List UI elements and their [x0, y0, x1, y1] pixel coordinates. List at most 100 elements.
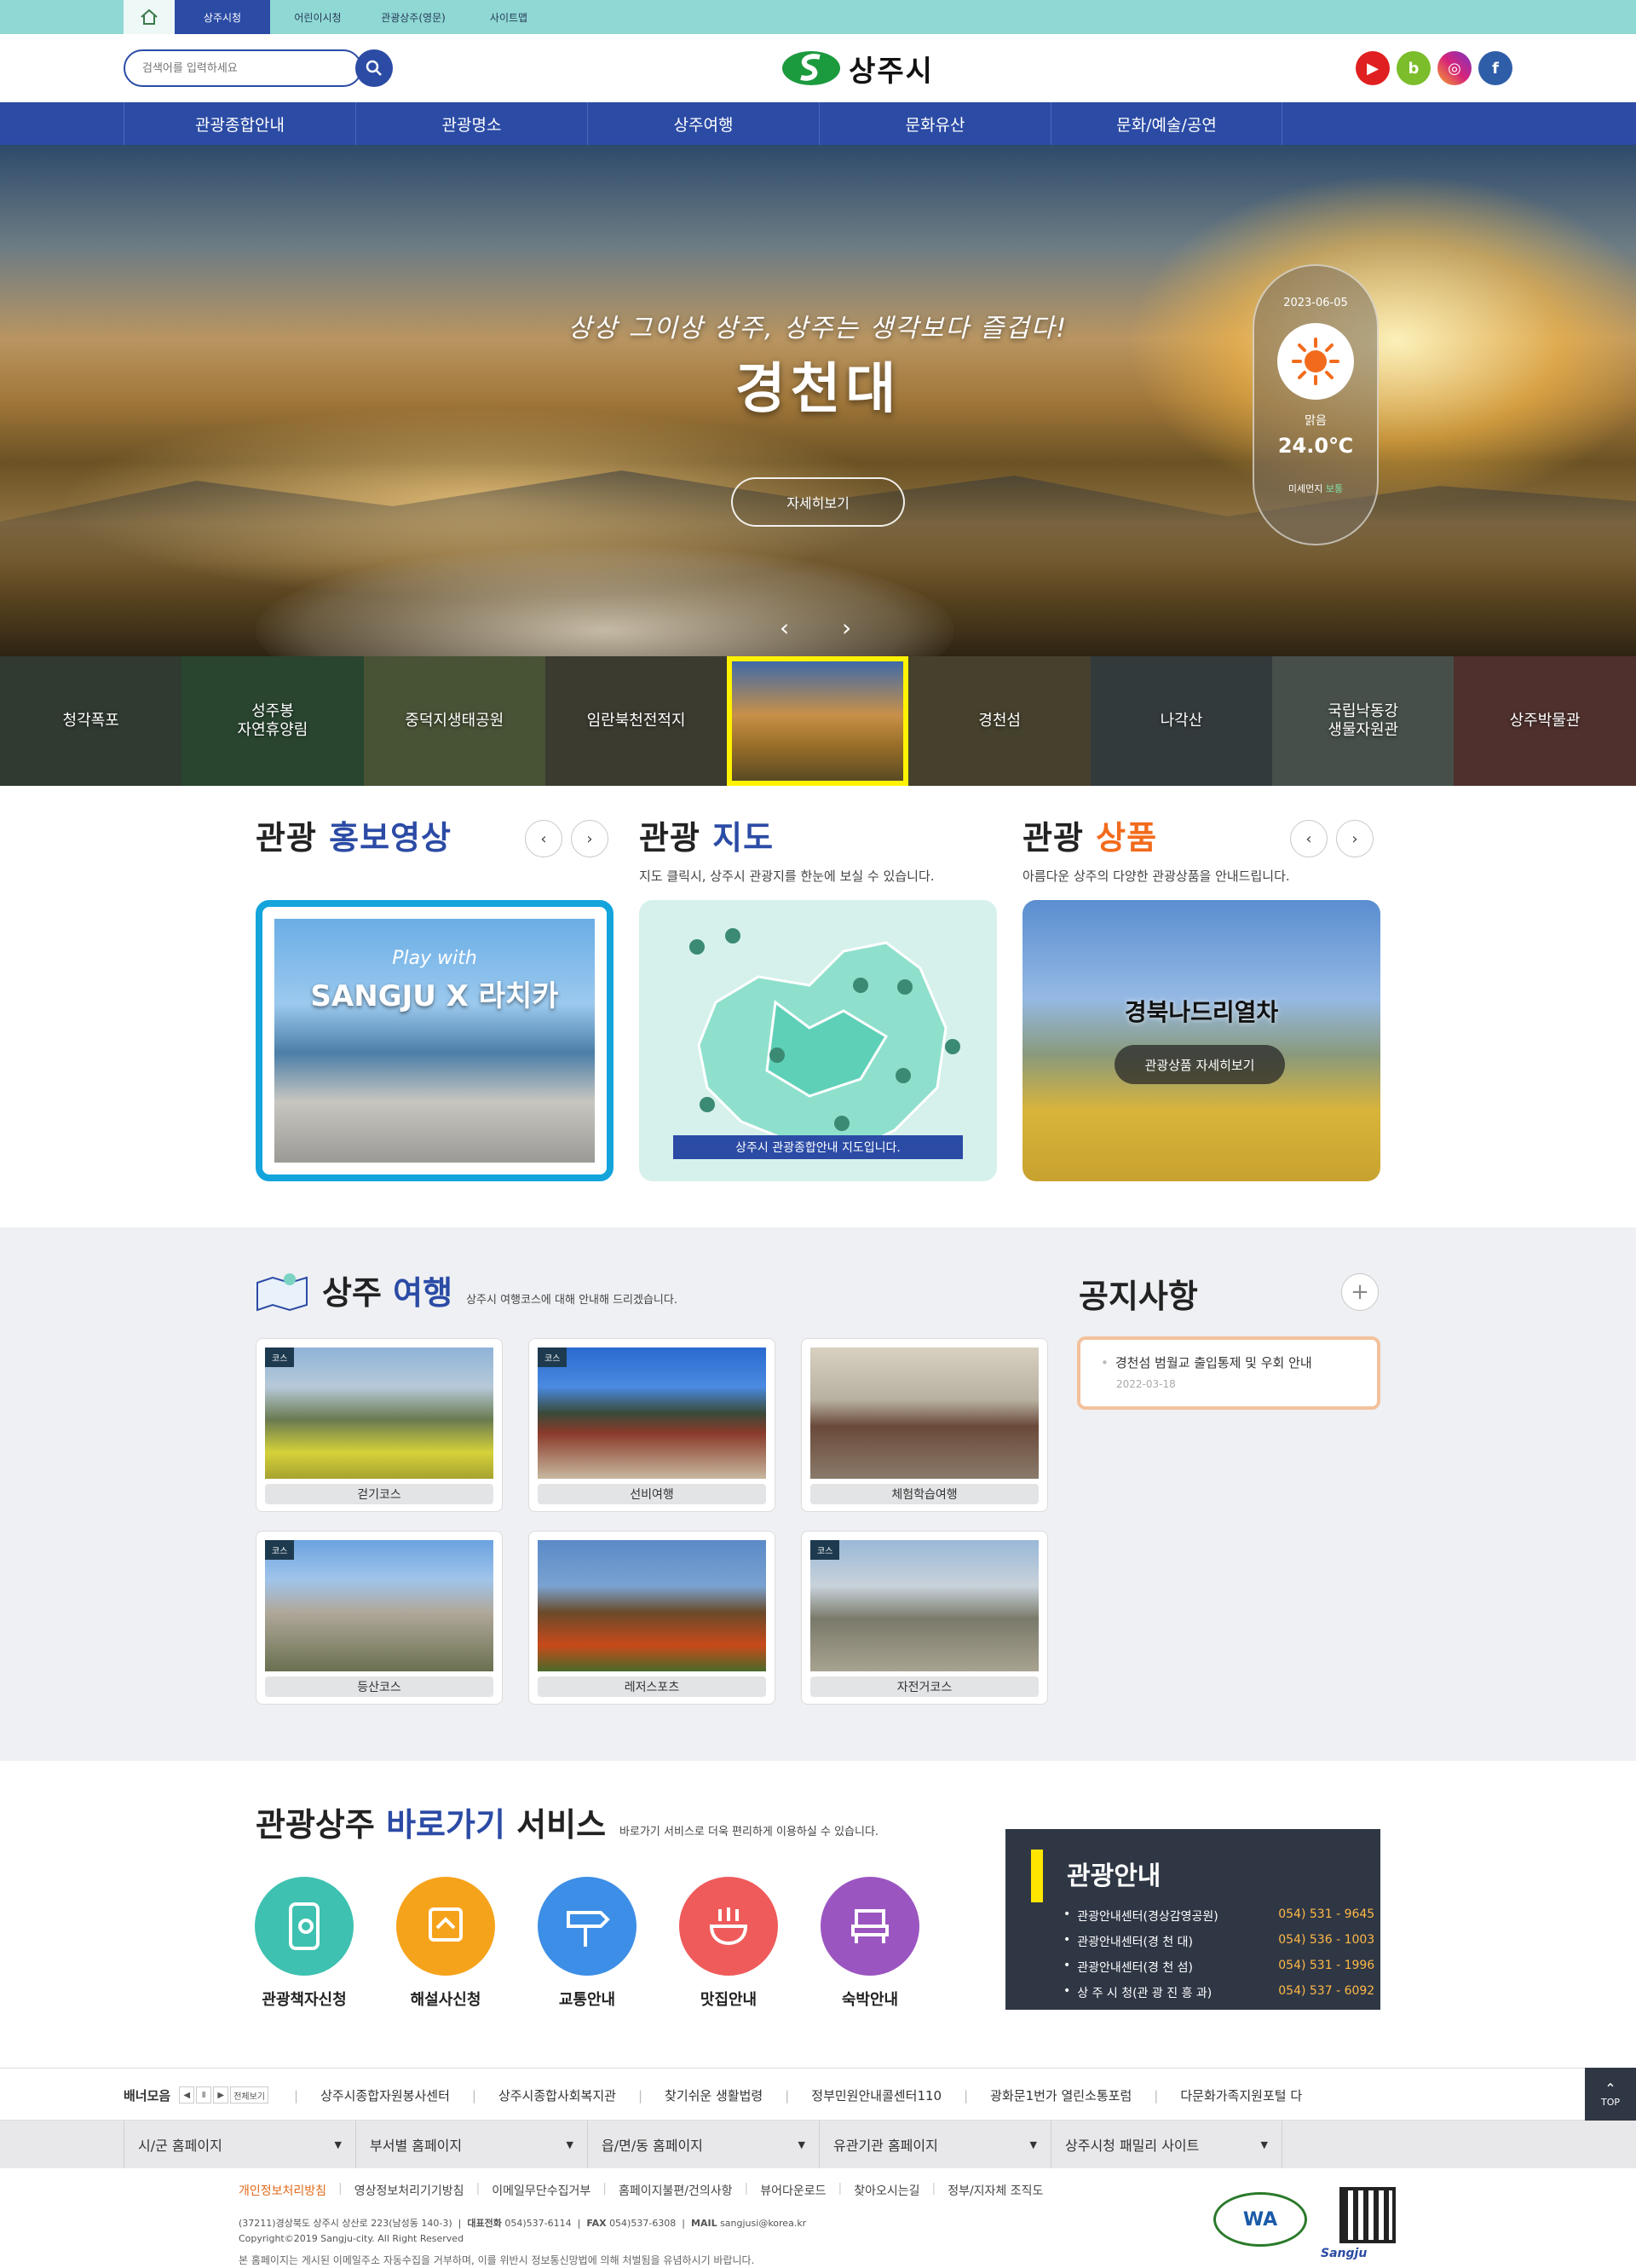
tab-kids[interactable]: 어린이시청 — [270, 0, 366, 34]
banner-prev-icon[interactable]: ◀ — [179, 2086, 195, 2104]
center-phone: 054) 536 - 1003 — [1278, 1933, 1375, 1947]
fine-dust-label: 미세먼지 — [1287, 483, 1323, 494]
thumb-item-active[interactable] — [727, 656, 909, 786]
tour-info-row: • 상 주 시 청(관 광 진 흥 과) 054) 537 - 6092 — [1063, 1984, 1380, 2010]
facebook-icon[interactable]: f — [1478, 51, 1512, 85]
travel-title: 상주 여행 — [322, 1267, 452, 1313]
fax-value: 054)537-6308 — [609, 2218, 677, 2229]
notice-more-icon[interactable]: + — [1341, 1273, 1379, 1311]
banner-link[interactable]: 광화문1번가 열린소통포럼 — [964, 2086, 1132, 2104]
course-card[interactable]: 체험학습여행 — [801, 1338, 1048, 1512]
scroll-top-button[interactable]: ⌃ TOP — [1585, 2068, 1636, 2121]
tab-sitemap[interactable]: 사이트맵 — [461, 0, 556, 34]
family-select-department[interactable]: 부서별 홈페이지 ▼ — [355, 2121, 587, 2168]
instagram-icon[interactable]: ◎ — [1437, 51, 1472, 85]
product-detail-button[interactable]: 관광상품 자세히보기 — [1115, 1045, 1285, 1084]
banner-link[interactable]: 정부민원안내콜센터110 — [785, 2086, 942, 2104]
quick-brochure[interactable]: 관광책자신청 — [249, 1877, 360, 2010]
quick-label: 관광책자신청 — [262, 1991, 347, 2009]
travel-desc: 상주시 여행코스에 대해 안내해 드리겠습니다. — [466, 1294, 677, 1307]
banner-link[interactable]: 찾기쉬운 생활법령 — [638, 2086, 763, 2104]
course-card[interactable]: 레저스포츠 — [528, 1531, 775, 1705]
banner-bar: 배너모음 ◀ Ⅱ ▶ 전체보기 상주시종합자원봉사센터 상주시종합사회복지관 찾… — [0, 2068, 1636, 2121]
promo-section: 관광 홍보영상 ‹ › Play with SANGJU X 라치카 관광 지도… — [0, 786, 1636, 1229]
banner-next-icon[interactable]: ▶ — [213, 2086, 229, 2104]
video-prev-icon[interactable]: ‹ — [525, 820, 562, 857]
family-select-town[interactable]: 읍/면/동 홈페이지 ▼ — [587, 2121, 819, 2168]
banner-link[interactable]: 다문화가족지원포털 다 — [1154, 2086, 1302, 2104]
thumb-label: 국립낙동강 생물자원관 — [1328, 701, 1399, 740]
title-word: 상주 — [322, 1274, 382, 1312]
family-sites-bar: 시/군 홈페이지 ▼ 부서별 홈페이지 ▼ 읍/면/동 홈페이지 ▼ 유관기관 홈페이… — [0, 2121, 1636, 2168]
footer-links: 개인정보처리방침 | 영상정보처리기기방침 | 이메일무단수집거부 | 홈페이지불편/… — [239, 2182, 1044, 2199]
footer-link[interactable]: 정부/지자체 조직도 — [948, 2182, 1043, 2199]
banner-pause-icon[interactable]: Ⅱ — [196, 2086, 212, 2104]
bullet-icon: • — [1063, 1984, 1071, 1998]
tour-map-card[interactable]: 상주시 관광종합안내 지도입니다. — [639, 900, 997, 1181]
family-select-agency[interactable]: 유관기관 홈페이지 ▼ — [819, 2121, 1051, 2168]
quick-lodging[interactable]: 숙박안내 — [815, 1877, 925, 2010]
thumb-item[interactable]: 나각산 — [1090, 656, 1273, 786]
thumb-item[interactable]: 경천섬 — [908, 656, 1092, 786]
quick-traffic[interactable]: 교통안내 — [532, 1877, 642, 2010]
banner-link[interactable]: 상주시종합사회복지관 — [472, 2086, 616, 2104]
family-select-city[interactable]: 시/군 홈페이지 ▼ — [124, 2121, 355, 2168]
thumb-item[interactable]: 국립낙동강 생물자원관 — [1272, 656, 1455, 786]
site-logo[interactable]: 상주시 — [781, 48, 934, 89]
header: 상주시 ▶ b ◎ f — [0, 34, 1636, 102]
banner-link[interactable]: 상주시종합자원봉사센터 — [294, 2086, 450, 2104]
quick-food[interactable]: 맛집안내 — [673, 1877, 784, 2010]
footer-link-privacy[interactable]: 개인정보처리방침 — [239, 2182, 326, 2199]
course-card[interactable]: 코스 자전거코스 — [801, 1531, 1048, 1705]
hero-prev-icon[interactable]: ‹ — [780, 614, 789, 642]
tab-english[interactable]: 관광상주(영문) — [366, 0, 461, 34]
blog-icon[interactable]: b — [1397, 51, 1431, 85]
nav-heritage[interactable]: 문화유산 — [819, 102, 1051, 145]
banner-view-all-button[interactable]: 전체보기 — [230, 2086, 269, 2104]
logo-text: 상주시 — [849, 54, 934, 89]
center-name: 상 주 시 청(관 광 진 흥 과) — [1077, 1987, 1213, 2000]
dropdown-arrow-icon: ▼ — [798, 2138, 805, 2150]
hero-more-button[interactable]: 자세히보기 — [731, 477, 905, 527]
promo-video-card[interactable]: Play with SANGJU X 라치카 — [256, 900, 614, 1181]
thumb-item[interactable]: 청각폭포 — [0, 656, 182, 786]
quick-title: 관광상주 바로가기 서비스 — [256, 1798, 606, 1845]
search-input[interactable] — [124, 49, 362, 87]
course-card[interactable]: 코스 선비여행 — [528, 1338, 775, 1512]
course-card[interactable]: 코스 걷기코스 — [256, 1338, 503, 1512]
footer-link[interactable]: 홈페이지불편/건의사항 — [619, 2182, 733, 2199]
footer-link[interactable]: 영상정보처리기기방침 — [354, 2182, 464, 2199]
quick-guide[interactable]: 해설사신청 — [390, 1877, 501, 2010]
notice-item[interactable]: • 경천섬 범월교 출입통제 및 우회 안내 2022-03-18 — [1077, 1336, 1380, 1410]
nav-tour-guide[interactable]: 관광종합안내 — [124, 102, 355, 145]
product-next-icon[interactable]: › — [1336, 820, 1374, 857]
thumb-item[interactable]: 상주박물관 — [1454, 656, 1636, 786]
nav-attractions[interactable]: 관광명소 — [355, 102, 587, 145]
hero-next-icon[interactable]: › — [842, 614, 851, 642]
nav-travel[interactable]: 상주여행 — [587, 102, 819, 145]
bullet-icon: • — [1063, 1959, 1071, 1972]
tour-product-card[interactable]: 경북나드리열차 관광상품 자세히보기 — [1022, 900, 1380, 1181]
thumb-item[interactable]: 중덕지생태공원 — [363, 656, 546, 786]
tab-sangju-city[interactable]: 상주시청 — [175, 0, 270, 34]
course-image — [538, 1540, 766, 1671]
family-select-family[interactable]: 상주시청 패밀리 사이트 ▼ — [1051, 2121, 1282, 2168]
thumb-item[interactable]: 임란북천전적지 — [544, 656, 728, 786]
product-prev-icon[interactable]: ‹ — [1290, 820, 1328, 857]
home-icon[interactable] — [124, 0, 175, 34]
search-button[interactable] — [355, 49, 393, 87]
footer-link[interactable]: 뷰어다운로드 — [760, 2182, 826, 2199]
video-next-icon[interactable]: › — [571, 820, 608, 857]
thumb-label: 임란북천전적지 — [586, 711, 686, 730]
footer-link[interactable]: 찾아오시는길 — [854, 2182, 919, 2199]
footer-link[interactable]: 이메일무단수집거부 — [492, 2182, 590, 2199]
fine-dust-value: 보통 — [1325, 483, 1344, 494]
notice-item-date: 2022-03-18 — [1116, 1378, 1176, 1390]
nav-culture[interactable]: 문화/예술/공연 — [1051, 102, 1282, 145]
youtube-icon[interactable]: ▶ — [1356, 51, 1390, 85]
search-icon — [366, 60, 382, 76]
signpost-icon — [538, 1877, 637, 1976]
bullet-icon: • — [1101, 1355, 1109, 1371]
course-card[interactable]: 코스 등산코스 — [256, 1531, 503, 1705]
thumb-item[interactable]: 성주봉 자연휴양림 — [181, 656, 364, 786]
